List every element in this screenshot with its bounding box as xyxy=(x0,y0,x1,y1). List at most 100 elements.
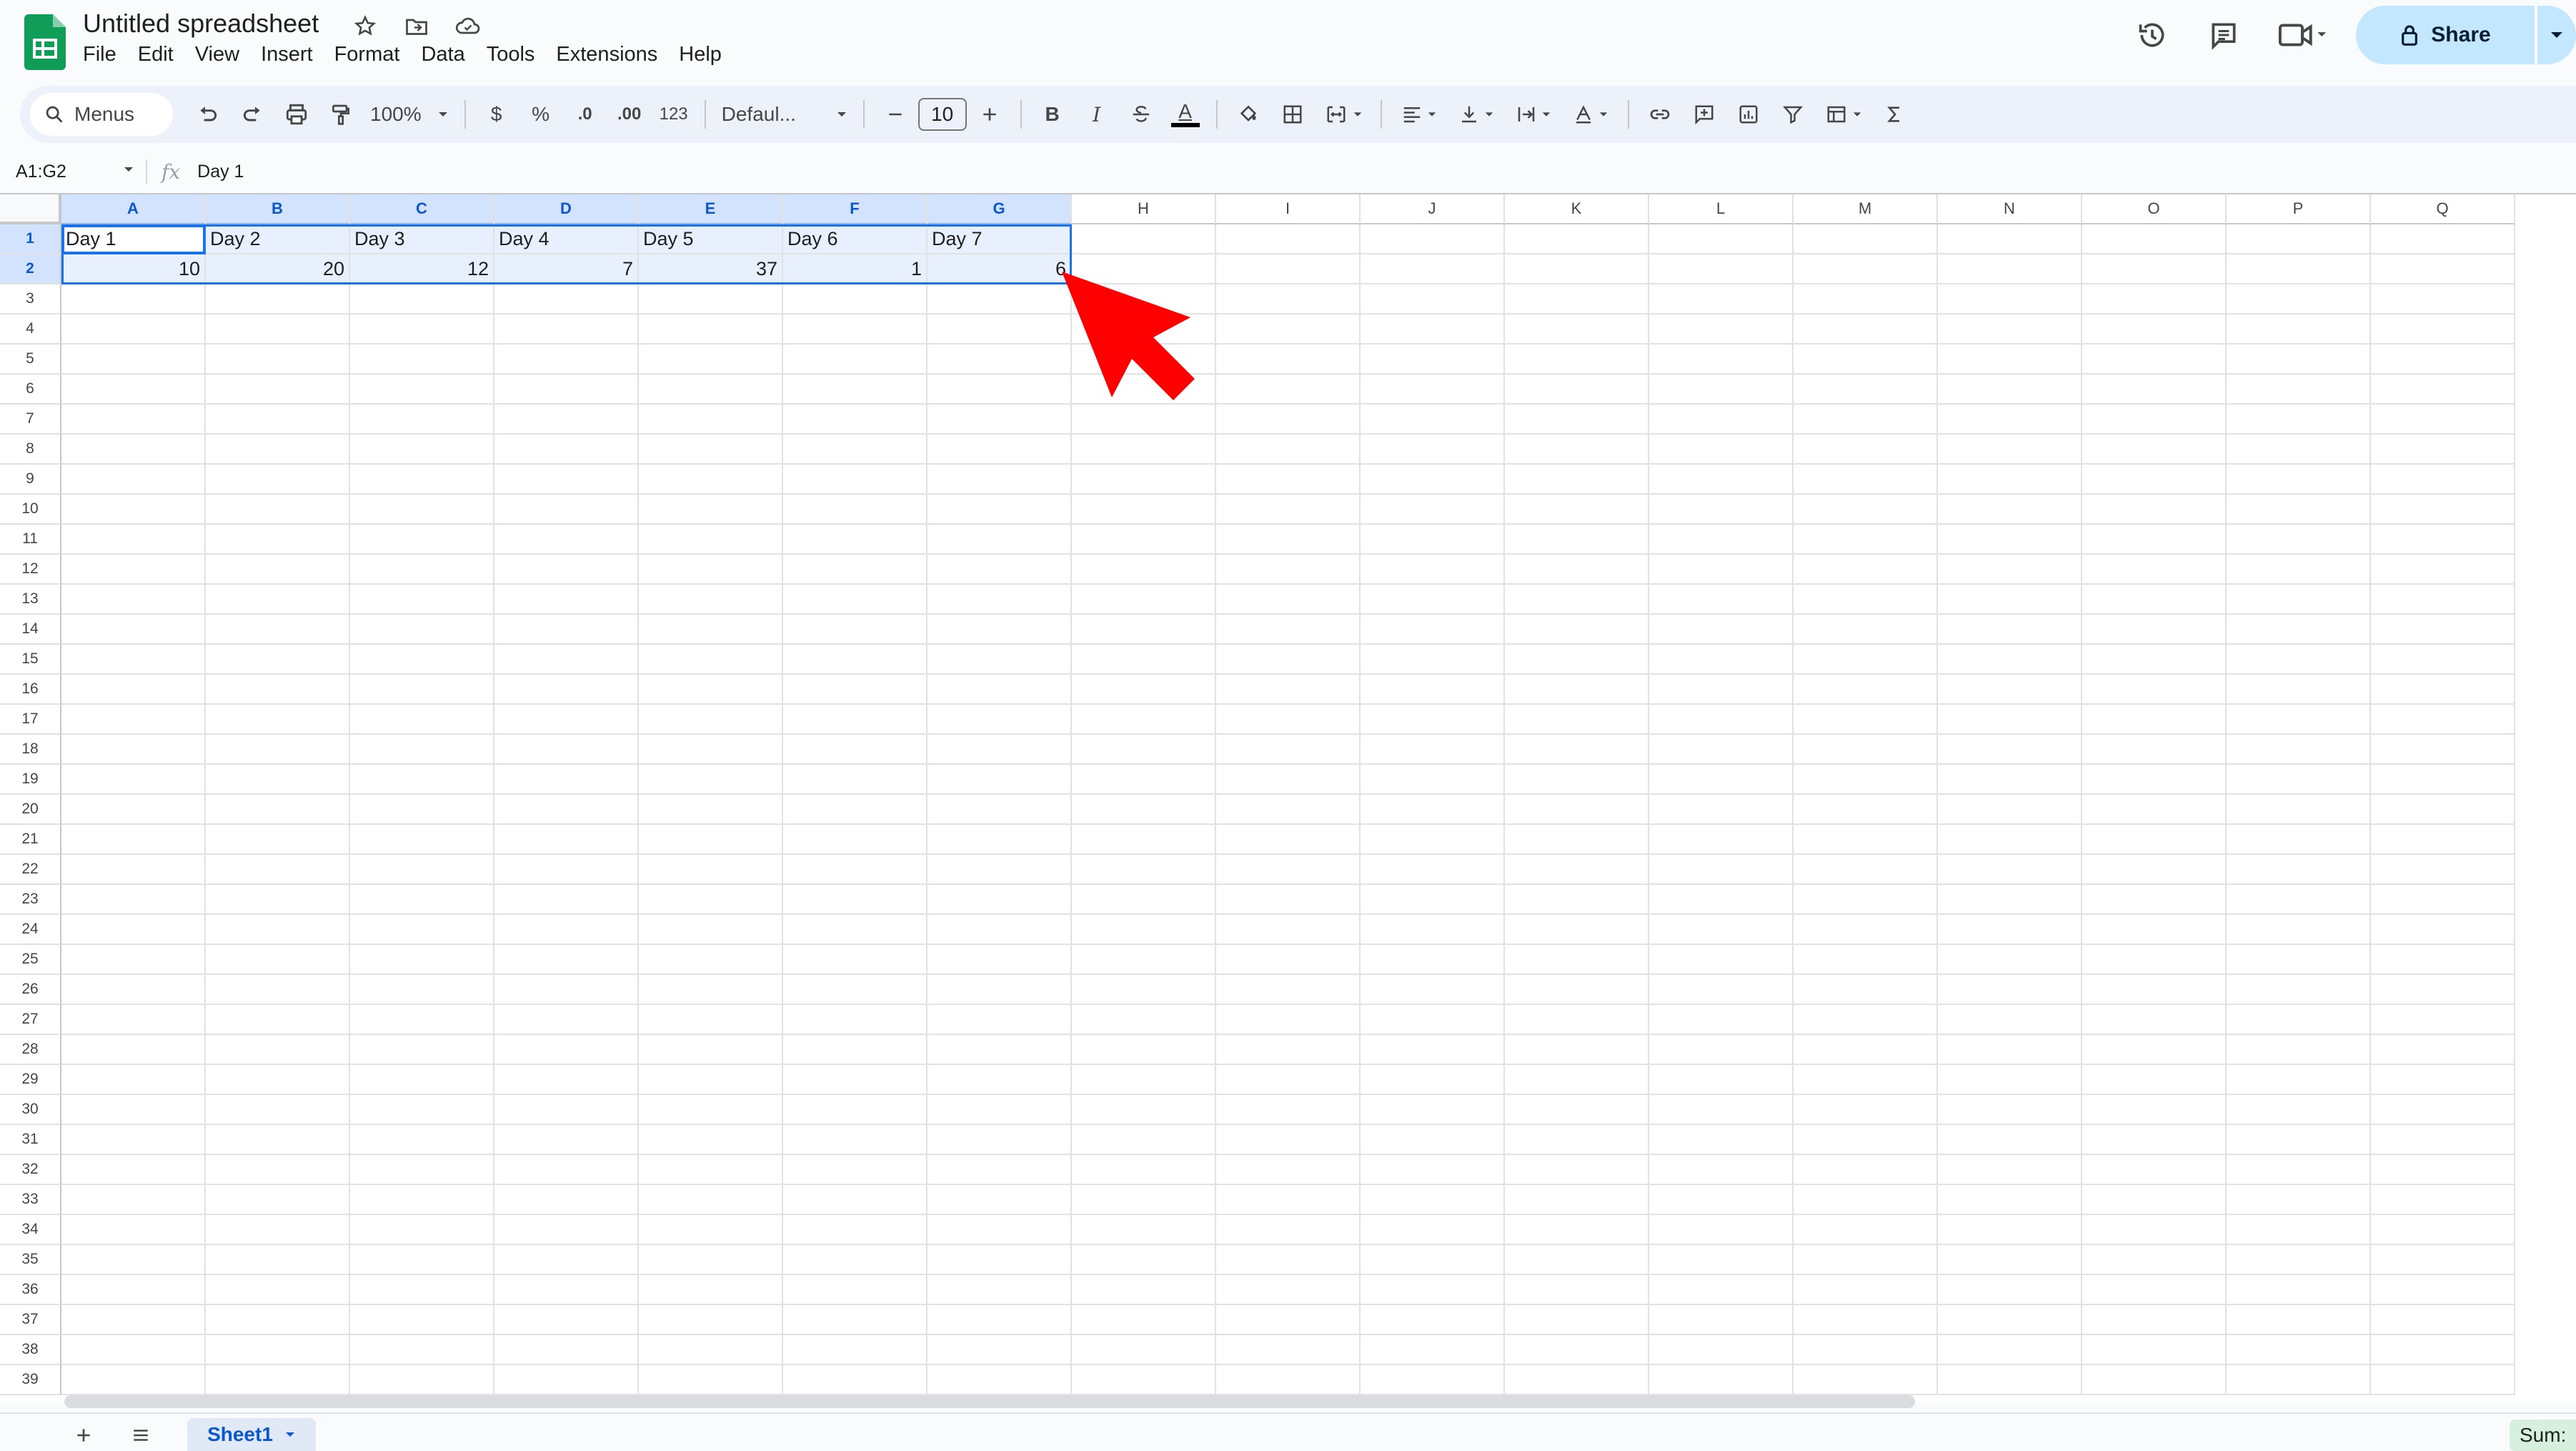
grid-cell[interactable] xyxy=(2082,525,2227,555)
grid-cell[interactable] xyxy=(783,945,928,975)
grid-cell[interactable] xyxy=(928,284,1072,315)
grid-cell[interactable] xyxy=(2227,1155,2371,1185)
grid-cell[interactable] xyxy=(494,495,639,525)
grid-cell[interactable] xyxy=(1505,254,1649,284)
row-header[interactable]: 4 xyxy=(0,315,61,345)
grid-cell[interactable] xyxy=(1072,915,1216,945)
grid-cell[interactable] xyxy=(1794,1365,1938,1395)
grid-cell[interactable] xyxy=(494,465,639,495)
grid-cell[interactable] xyxy=(1794,375,1938,405)
grid-cell[interactable] xyxy=(1072,585,1216,615)
grid-cell[interactable] xyxy=(2082,465,2227,495)
grid-cell[interactable] xyxy=(1649,885,1794,915)
grid-cell[interactable] xyxy=(61,825,206,855)
grid-cell[interactable] xyxy=(1938,705,2082,735)
grid-cell[interactable] xyxy=(350,284,494,315)
percent-format-button[interactable]: % xyxy=(519,93,563,136)
grid-cell[interactable] xyxy=(783,465,928,495)
grid-cell[interactable] xyxy=(206,885,350,915)
grid-cell[interactable] xyxy=(1505,945,1649,975)
grid-cell[interactable] xyxy=(1216,795,1361,825)
grid-cell[interactable] xyxy=(61,315,206,345)
grid-cell[interactable] xyxy=(1361,1095,1505,1125)
paint-format-icon[interactable] xyxy=(319,93,363,136)
grid-cell[interactable] xyxy=(639,735,783,765)
grid-cell[interactable] xyxy=(2082,1125,2227,1155)
grid-cell[interactable]: 10 xyxy=(61,254,206,284)
grid-cell[interactable] xyxy=(928,645,1072,675)
grid-cell[interactable] xyxy=(1938,1335,2082,1365)
grid-cell[interactable] xyxy=(61,1125,206,1155)
grid-cell[interactable] xyxy=(494,555,639,585)
grid-cell[interactable] xyxy=(928,1335,1072,1365)
sum-indicator[interactable]: Sum: xyxy=(2510,1420,2576,1451)
grid-cell[interactable] xyxy=(494,765,639,795)
grid-cell[interactable] xyxy=(1361,1155,1505,1185)
column-header[interactable]: B xyxy=(206,194,350,224)
grid-cell[interactable] xyxy=(2082,795,2227,825)
grid-cell[interactable] xyxy=(1072,1125,1216,1155)
grid-cell[interactable] xyxy=(2371,284,2515,315)
grid-cell[interactable] xyxy=(350,495,494,525)
grid-cell[interactable] xyxy=(1649,1275,1794,1305)
column-header[interactable]: G xyxy=(928,194,1072,224)
row-header[interactable]: 39 xyxy=(0,1365,61,1395)
grid-cell[interactable] xyxy=(61,645,206,675)
grid-cell[interactable] xyxy=(1505,465,1649,495)
grid-cell[interactable] xyxy=(494,1155,639,1185)
grid-cell[interactable] xyxy=(1794,1245,1938,1275)
borders-icon[interactable] xyxy=(1270,93,1315,136)
grid-cell[interactable] xyxy=(61,1215,206,1245)
grid-cell[interactable] xyxy=(2082,555,2227,585)
grid-cell[interactable] xyxy=(1649,1155,1794,1185)
grid-cell[interactable]: Day 7 xyxy=(928,224,1072,254)
grid-cell[interactable] xyxy=(1649,224,1794,254)
grid-cell[interactable] xyxy=(639,375,783,405)
grid-cell[interactable] xyxy=(1794,675,1938,705)
grid-cell[interactable]: 1 xyxy=(783,254,928,284)
grid-cell[interactable] xyxy=(2227,735,2371,765)
grid-cell[interactable] xyxy=(494,585,639,615)
grid-cell[interactable] xyxy=(2227,1365,2371,1395)
grid-cell[interactable] xyxy=(1649,855,1794,885)
grid-cell[interactable] xyxy=(1072,1335,1216,1365)
grid-cell[interactable] xyxy=(1938,1245,2082,1275)
grid-cell[interactable] xyxy=(1216,1215,1361,1245)
grid-cell[interactable] xyxy=(928,1005,1072,1035)
grid-cell[interactable] xyxy=(350,1305,494,1335)
grid-cell[interactable] xyxy=(639,1305,783,1335)
grid-cell[interactable] xyxy=(494,375,639,405)
grid-cell[interactable] xyxy=(350,915,494,945)
document-title[interactable]: Untitled spreadsheet xyxy=(83,9,319,39)
all-sheets-icon[interactable] xyxy=(123,1420,159,1451)
column-header[interactable]: L xyxy=(1649,194,1794,224)
grid-cell[interactable] xyxy=(2082,1005,2227,1035)
grid-cell[interactable] xyxy=(61,735,206,765)
grid-cell[interactable]: 6 xyxy=(928,254,1072,284)
grid-cell[interactable] xyxy=(1938,585,2082,615)
grid-cell[interactable] xyxy=(494,945,639,975)
fill-color-icon[interactable] xyxy=(1226,93,1270,136)
grid-cell[interactable] xyxy=(206,405,350,435)
grid-cell[interactable] xyxy=(1361,1215,1505,1245)
grid-cell[interactable] xyxy=(1505,585,1649,615)
row-header[interactable]: 1 xyxy=(0,224,61,254)
grid-cell[interactable] xyxy=(350,1275,494,1305)
grid-cell[interactable] xyxy=(494,405,639,435)
grid-cell[interactable] xyxy=(1794,885,1938,915)
grid-cell[interactable] xyxy=(1216,645,1361,675)
row-header[interactable]: 33 xyxy=(0,1185,61,1215)
merge-cells-icon[interactable] xyxy=(1315,93,1372,136)
grid-cell[interactable] xyxy=(1216,1275,1361,1305)
grid-cell[interactable] xyxy=(928,825,1072,855)
grid-cell[interactable] xyxy=(61,1185,206,1215)
grid-cell[interactable] xyxy=(206,585,350,615)
grid-cell[interactable] xyxy=(1794,1125,1938,1155)
grid-cell[interactable] xyxy=(639,1185,783,1215)
grid-cell[interactable] xyxy=(1938,555,2082,585)
grid-cell[interactable] xyxy=(61,555,206,585)
vertical-align-icon[interactable] xyxy=(1448,93,1505,136)
grid-cell[interactable] xyxy=(1216,375,1361,405)
grid-cell[interactable] xyxy=(1216,855,1361,885)
grid-cell[interactable] xyxy=(639,795,783,825)
